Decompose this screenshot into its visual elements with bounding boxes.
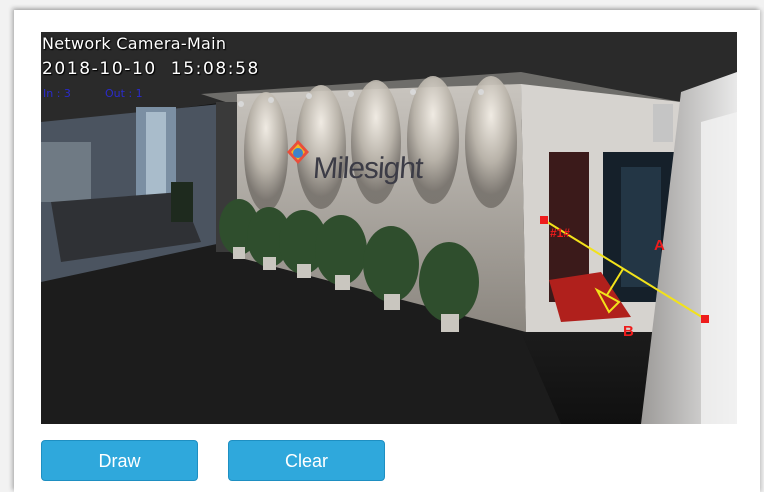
- clear-button[interactable]: Clear: [228, 440, 385, 481]
- line-end-handle[interactable]: [701, 315, 709, 323]
- side-b-label: B: [623, 323, 634, 340]
- camera-live-view[interactable]: Milesight Network Camera-Main 2018-10-10…: [41, 32, 737, 424]
- side-a-label: A: [654, 237, 665, 254]
- counting-line-id: #1#: [550, 226, 571, 240]
- draw-button[interactable]: Draw: [41, 440, 198, 481]
- line-start-handle[interactable]: [540, 216, 548, 224]
- counting-line-overlay[interactable]: [41, 32, 737, 424]
- direction-arrow-shaft: [606, 268, 624, 296]
